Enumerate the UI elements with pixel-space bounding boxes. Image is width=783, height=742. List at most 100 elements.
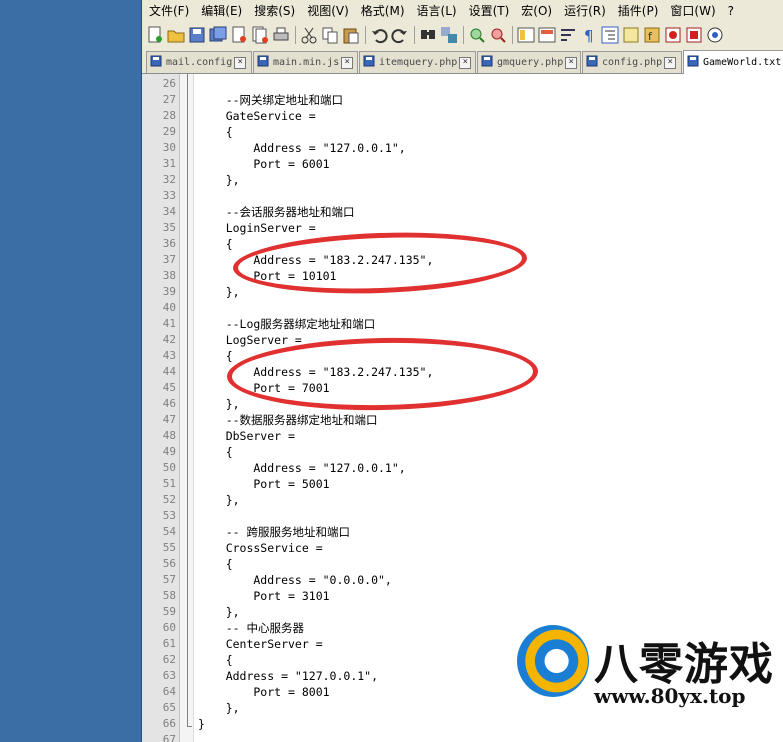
line-number: 28 — [162, 109, 176, 122]
code-text: Address = "127.0.0.1", — [198, 461, 406, 475]
menu-item-3[interactable]: 视图(V) — [300, 2, 354, 19]
line-number: 61 — [162, 637, 176, 650]
watermark-swirl-icon — [517, 625, 589, 697]
file-saved-icon — [481, 55, 493, 70]
show-all-chars-icon[interactable]: ¶ — [580, 26, 598, 44]
file-saved-icon — [687, 55, 699, 70]
menu-item-10[interactable]: 窗口(W) — [663, 2, 720, 19]
watermark-brand: 八零游戏 — [594, 639, 774, 690]
tab-label: itemquery.php — [379, 57, 458, 68]
cut-icon[interactable] — [300, 26, 318, 44]
open-folder-icon[interactable] — [167, 26, 185, 44]
menu-item-9[interactable]: 插件(P) — [611, 2, 664, 19]
line-number: 56 — [162, 557, 176, 570]
tab-close-icon[interactable]: × — [234, 56, 247, 69]
toolbar-separator — [295, 25, 296, 44]
code-line: 55 CrossService = — [142, 540, 783, 556]
menu-item-2[interactable]: 搜索(S) — [247, 2, 300, 19]
tab-close-icon[interactable]: × — [459, 56, 472, 69]
menu-item-7[interactable]: 宏(O) — [514, 2, 557, 19]
zoom-in-icon[interactable] — [468, 26, 486, 44]
line-number: 45 — [162, 381, 176, 394]
copy-icon[interactable] — [321, 26, 339, 44]
line-number: 41 — [162, 317, 176, 330]
tab-bar: mail.config × main.min.js × itemquery.php × gm… — [142, 48, 783, 74]
file-saved-icon — [150, 55, 162, 70]
stop-macro-icon[interactable] — [685, 26, 703, 44]
line-number: 48 — [162, 429, 176, 442]
menu-item-4[interactable]: 格式(M) — [354, 2, 410, 19]
tab-close-icon[interactable]: × — [664, 56, 677, 69]
code-text: { — [198, 653, 233, 667]
code-text: Port = 8001 — [198, 685, 330, 699]
toolbar-separator — [414, 25, 415, 44]
code-text: CenterServer = — [198, 637, 323, 651]
menu-item-5[interactable]: 语言(L) — [410, 2, 462, 19]
code-text: -- 跨服服务地址和端口 — [198, 525, 350, 539]
find-icon[interactable] — [419, 26, 437, 44]
code-text: --Log服务器绑定地址和端口 — [198, 317, 376, 331]
code-text: --数据服务器绑定地址和端口 — [198, 413, 378, 427]
tab-close-icon[interactable]: × — [565, 56, 578, 69]
redo-icon[interactable] — [391, 26, 409, 44]
code-text: { — [198, 445, 233, 459]
code-line: 53 — [142, 508, 783, 524]
indent-guide-icon[interactable] — [601, 26, 619, 44]
function-list-icon[interactable]: f — [643, 26, 661, 44]
menu-item-1[interactable]: 编辑(E) — [194, 2, 247, 19]
line-number: 38 — [162, 269, 176, 282]
sync-vertical-icon[interactable] — [517, 26, 535, 44]
replace-icon[interactable] — [440, 26, 458, 44]
desktop-background — [0, 0, 141, 742]
code-line: 29 { — [142, 124, 783, 140]
sync-horizontal-icon[interactable] — [538, 26, 556, 44]
play-macro-icon[interactable] — [706, 26, 724, 44]
close-all-icon[interactable] — [251, 26, 269, 44]
code-text: --会话服务器地址和端口 — [198, 205, 355, 219]
tab-1[interactable]: main.min.js × — [253, 51, 358, 73]
doc-map-icon[interactable] — [622, 26, 640, 44]
menu-item-8[interactable]: 运行(R) — [557, 2, 611, 19]
paste-icon[interactable] — [342, 26, 360, 44]
line-number: 62 — [162, 653, 176, 666]
tab-2[interactable]: itemquery.php × — [359, 51, 476, 73]
code-line: 58 Port = 3101 — [142, 588, 783, 604]
menu-item-11[interactable]: ? — [721, 4, 739, 18]
save-icon[interactable] — [188, 26, 206, 44]
code-text: GateService = — [198, 109, 316, 123]
zoom-out-icon[interactable] — [489, 26, 507, 44]
menu-item-0[interactable]: 文件(F) — [142, 2, 194, 19]
line-number: 42 — [162, 333, 176, 346]
tab-0[interactable]: mail.config × — [146, 51, 252, 73]
save-all-icon[interactable] — [209, 26, 227, 44]
code-text: { — [198, 349, 233, 363]
code-line: 40 — [142, 300, 783, 316]
line-number: 50 — [162, 461, 176, 474]
word-wrap-icon[interactable] — [559, 26, 577, 44]
print-icon[interactable] — [272, 26, 290, 44]
code-line: 34 --会话服务器地址和端口 — [142, 204, 783, 220]
code-text: Address = "127.0.0.1", — [198, 141, 406, 155]
menu-item-6[interactable]: 设置(T) — [462, 2, 515, 19]
close-icon[interactable] — [230, 26, 248, 44]
file-saved-icon — [257, 55, 269, 70]
tab-5[interactable]: GameWorld.txt — [683, 50, 783, 74]
code-text: Port = 6001 — [198, 157, 330, 171]
tab-close-icon[interactable]: × — [341, 56, 354, 69]
code-text: --网关绑定地址和端口 — [198, 93, 344, 107]
undo-icon[interactable] — [370, 26, 388, 44]
code-line: 28 GateService = — [142, 108, 783, 124]
new-file-icon[interactable] — [146, 26, 164, 44]
code-text: { — [198, 237, 233, 251]
tab-4[interactable]: config.php × — [582, 51, 682, 73]
tab-label: main.min.js — [273, 57, 340, 68]
code-line: 51 Port = 5001 — [142, 476, 783, 492]
code-line: 33 — [142, 188, 783, 204]
watermark-url: www.80yx.top — [594, 684, 746, 708]
line-number: 30 — [162, 141, 176, 154]
record-macro-icon[interactable] — [664, 26, 682, 44]
code-line: 56 { — [142, 556, 783, 572]
code-line: 41 --Log服务器绑定地址和端口 — [142, 316, 783, 332]
tab-3[interactable]: gmquery.php × — [477, 51, 581, 73]
code-text: Port = 5001 — [198, 477, 330, 491]
